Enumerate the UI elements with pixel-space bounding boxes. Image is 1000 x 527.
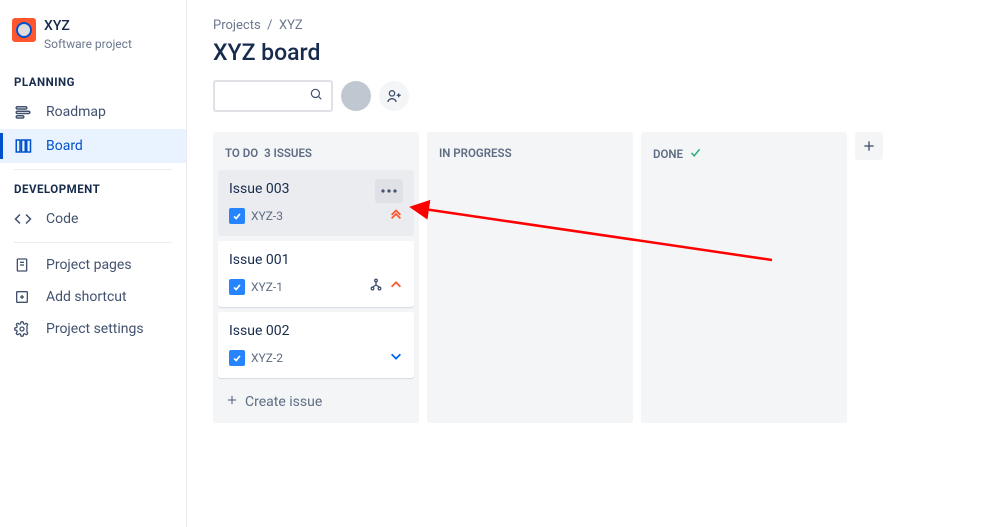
board-icon bbox=[14, 137, 36, 155]
sidebar-item-roadmap[interactable]: Roadmap bbox=[0, 95, 186, 129]
board: TO DO 3 ISSUES Issue 003 XYZ-3 bbox=[213, 132, 974, 423]
column-header[interactable]: IN PROGRESS bbox=[427, 132, 633, 170]
add-people-button[interactable] bbox=[379, 81, 409, 111]
search-icon bbox=[309, 87, 323, 105]
gear-icon bbox=[14, 321, 36, 337]
column-title: DONE bbox=[653, 147, 683, 161]
task-icon bbox=[229, 350, 245, 366]
sidebar-item-label: Project settings bbox=[46, 321, 144, 337]
project-logo-icon bbox=[12, 18, 36, 42]
card-title: Issue 002 bbox=[229, 323, 403, 339]
check-icon bbox=[689, 146, 702, 162]
column-in-progress: IN PROGRESS bbox=[427, 132, 633, 423]
add-column-button[interactable] bbox=[855, 132, 883, 160]
avatar[interactable] bbox=[341, 81, 371, 111]
search-box[interactable] bbox=[213, 80, 333, 112]
sidebar-item-label: Code bbox=[46, 211, 78, 227]
priority-high-icon bbox=[389, 278, 403, 296]
search-input[interactable] bbox=[223, 88, 309, 104]
breadcrumb-current[interactable]: XYZ bbox=[279, 18, 303, 33]
main-content: Projects / XYZ XYZ board TO DO 3 IS bbox=[187, 0, 1000, 527]
task-icon bbox=[229, 279, 245, 295]
sidebar-item-label: Add shortcut bbox=[46, 289, 127, 305]
add-shortcut-icon bbox=[14, 289, 36, 305]
card[interactable]: Issue 002 XYZ-2 bbox=[218, 312, 414, 378]
issue-key: XYZ-3 bbox=[251, 209, 283, 223]
column-title: TO DO bbox=[225, 146, 258, 160]
column-count: 3 ISSUES bbox=[264, 146, 312, 160]
sidebar-item-board[interactable]: Board bbox=[0, 129, 186, 163]
priority-low-icon bbox=[389, 349, 403, 367]
create-issue-label: Create issue bbox=[245, 394, 322, 410]
sidebar-item-label: Roadmap bbox=[46, 104, 106, 120]
section-planning-label: PLANNING bbox=[0, 69, 186, 95]
breadcrumb-root[interactable]: Projects bbox=[213, 18, 261, 33]
issue-key: XYZ-1 bbox=[251, 280, 283, 294]
column-header[interactable]: DONE bbox=[641, 132, 847, 172]
sidebar-item-project-pages[interactable]: Project pages bbox=[0, 249, 186, 281]
project-subtitle: Software project bbox=[44, 37, 132, 51]
column-header[interactable]: TO DO 3 ISSUES bbox=[213, 132, 419, 170]
sidebar-item-label: Project pages bbox=[46, 257, 132, 273]
task-icon bbox=[229, 208, 245, 224]
breadcrumb-sep: / bbox=[267, 18, 272, 33]
column-todo: TO DO 3 ISSUES Issue 003 XYZ-3 bbox=[213, 132, 419, 423]
sidebar: XYZ Software project PLANNING Roadmap Bo… bbox=[0, 0, 187, 527]
sidebar-item-project-settings[interactable]: Project settings bbox=[0, 313, 186, 345]
card[interactable]: Issue 001 XYZ-1 bbox=[218, 241, 414, 307]
card-more-button[interactable] bbox=[375, 179, 403, 203]
sidebar-item-label: Board bbox=[46, 138, 83, 154]
code-icon bbox=[14, 210, 36, 228]
card-title: Issue 001 bbox=[229, 252, 403, 268]
project-header[interactable]: XYZ Software project bbox=[0, 18, 186, 69]
sidebar-item-code[interactable]: Code bbox=[0, 202, 186, 236]
column-done: DONE bbox=[641, 132, 847, 423]
issue-key: XYZ-2 bbox=[251, 351, 283, 365]
section-development-label: DEVELOPMENT bbox=[0, 176, 186, 202]
sidebar-item-add-shortcut[interactable]: Add shortcut bbox=[0, 281, 186, 313]
page-title: XYZ board bbox=[213, 39, 974, 66]
divider bbox=[14, 242, 172, 243]
pages-icon bbox=[14, 257, 36, 273]
divider bbox=[14, 169, 172, 170]
plus-icon bbox=[225, 393, 239, 411]
breadcrumb: Projects / XYZ bbox=[213, 18, 974, 33]
create-issue-button[interactable]: Create issue bbox=[213, 383, 419, 423]
project-name: XYZ bbox=[44, 18, 132, 35]
children-icon bbox=[369, 278, 383, 296]
priority-highest-icon bbox=[389, 207, 403, 225]
board-toolbar bbox=[213, 80, 974, 112]
column-title: IN PROGRESS bbox=[439, 146, 512, 160]
card[interactable]: Issue 003 XYZ-3 bbox=[218, 170, 414, 236]
roadmap-icon bbox=[14, 103, 36, 121]
